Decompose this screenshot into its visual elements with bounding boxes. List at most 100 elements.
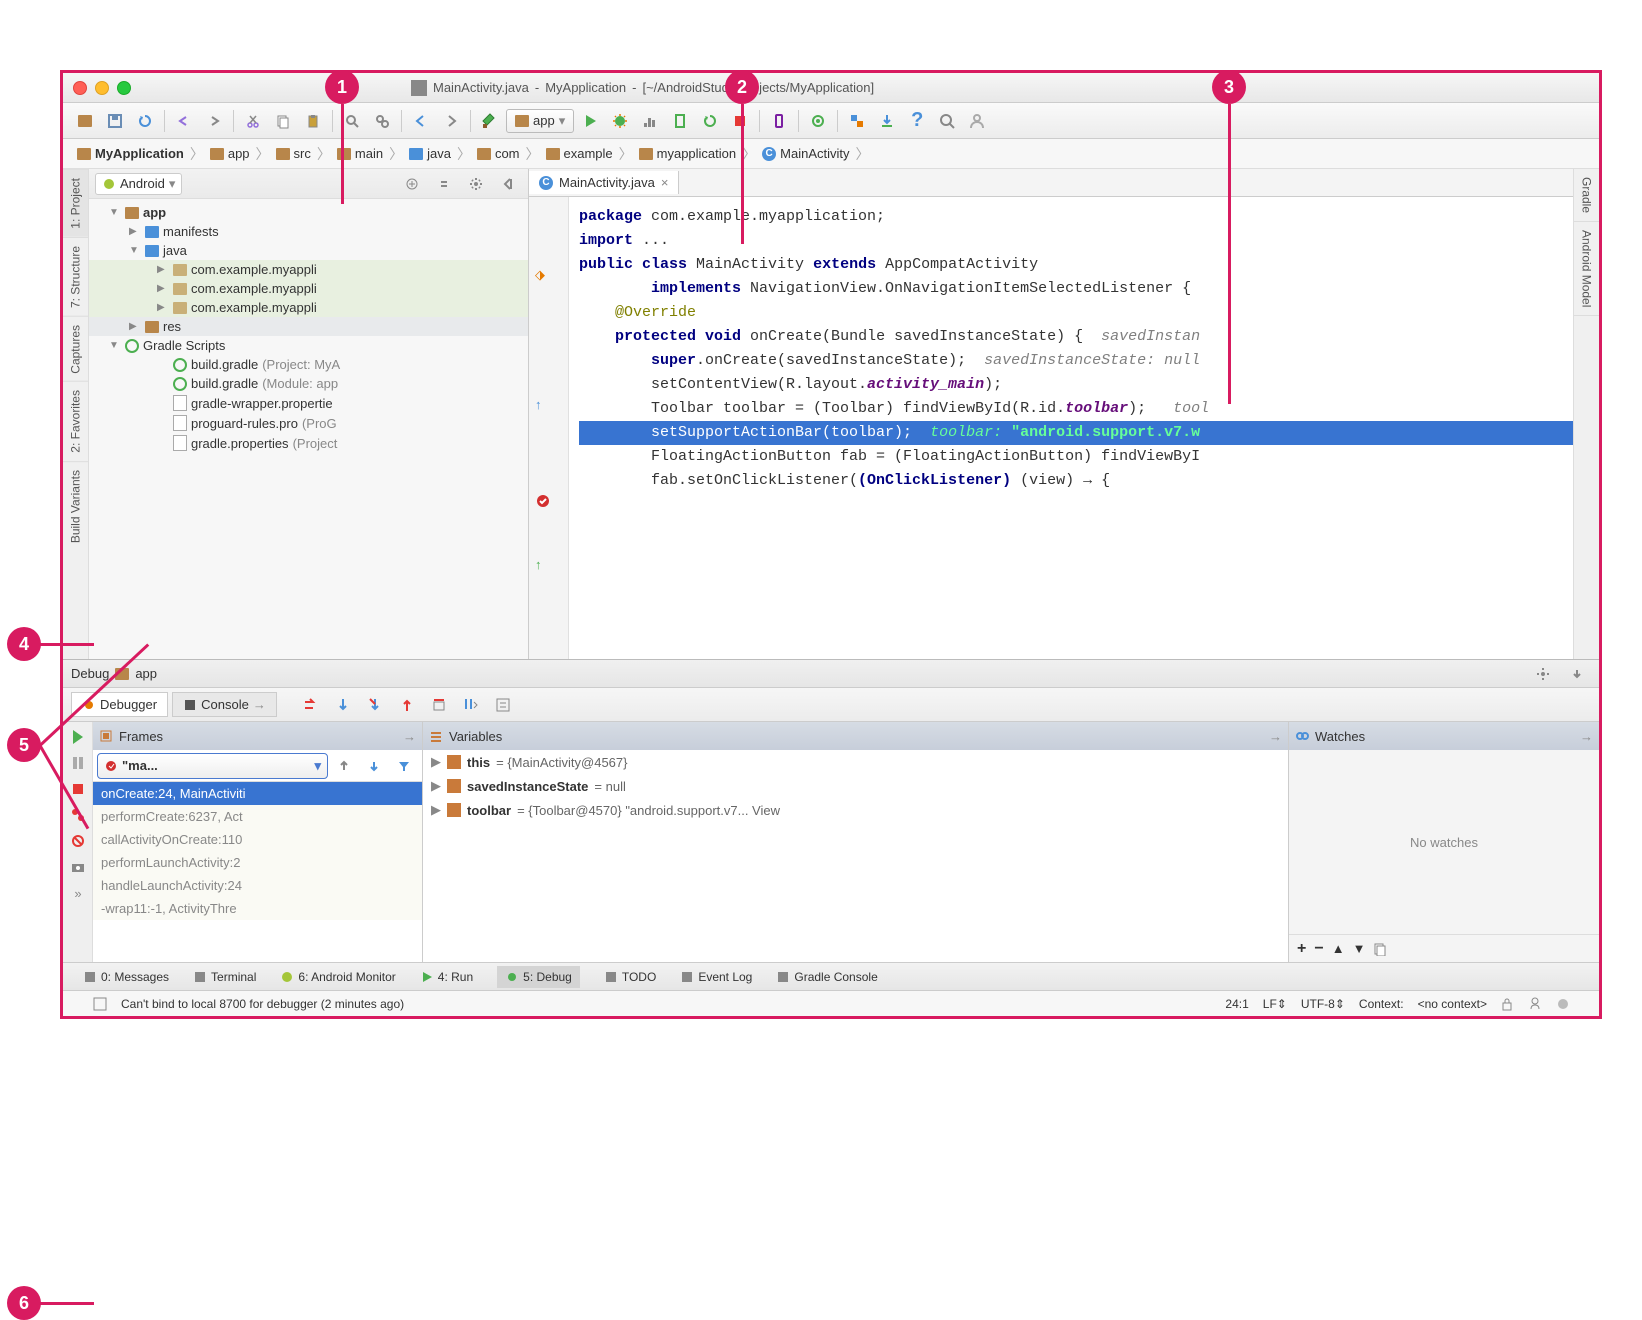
line-separator[interactable]: LF⇕ xyxy=(1263,997,1287,1011)
redo-button[interactable] xyxy=(200,107,228,135)
tree-row[interactable]: gradle.properties (Project xyxy=(89,433,528,453)
console-tab[interactable]: Console → xyxy=(172,692,277,717)
lock-icon[interactable] xyxy=(1501,997,1513,1011)
context-value[interactable]: <no context> xyxy=(1418,997,1487,1011)
tree-row[interactable]: gradle-wrapper.propertie xyxy=(89,393,528,413)
watch-down-button[interactable]: ▼ xyxy=(1353,941,1366,956)
project-tree[interactable]: ▼app▶manifests▼java▶com.example.myappli▶… xyxy=(89,199,528,457)
tree-row[interactable]: ▶com.example.myappli xyxy=(89,260,528,279)
editor-gutter[interactable]: ⬗ ↑ ↑ xyxy=(529,197,569,659)
frame-row[interactable]: performCreate:6237, Act xyxy=(93,805,422,828)
expand-icon[interactable]: ▶ xyxy=(431,802,441,818)
rerun-button[interactable] xyxy=(696,107,724,135)
tree-row[interactable]: ▶res xyxy=(89,317,528,336)
settings-icon[interactable] xyxy=(462,170,490,198)
tree-row[interactable]: ▼Gradle Scripts xyxy=(89,336,528,355)
tree-caret-icon[interactable]: ▶ xyxy=(129,321,141,332)
zoom-window-button[interactable] xyxy=(117,81,131,95)
step-into-button[interactable] xyxy=(329,691,357,719)
more-button[interactable]: » xyxy=(67,882,89,904)
watch-up-button[interactable]: ▲ xyxy=(1332,941,1345,956)
tree-caret-icon[interactable]: ▼ xyxy=(109,207,121,218)
frame-row[interactable]: callActivityOnCreate:110 xyxy=(93,828,422,851)
download-button[interactable] xyxy=(873,107,901,135)
run-config-selector[interactable]: app ▾ xyxy=(506,109,574,133)
breadcrumb-item[interactable]: src xyxy=(270,139,317,168)
tree-caret-icon[interactable]: ▶ xyxy=(157,283,169,294)
code-content[interactable]: package com.example.myapplication;import… xyxy=(569,197,1573,659)
undo-button[interactable] xyxy=(170,107,198,135)
variable-row[interactable]: ▶this = {MainActivity@4567} xyxy=(423,750,1288,774)
breadcrumb-item[interactable]: example xyxy=(540,139,619,168)
copy-button[interactable] xyxy=(269,107,297,135)
code-editor[interactable]: ⬗ ↑ ↑ package com.example.myapplication;… xyxy=(529,197,1573,659)
tree-row[interactable]: proguard-rules.pro (ProG xyxy=(89,413,528,433)
variable-row[interactable]: ▶toolbar = {Toolbar@4570} "android.suppo… xyxy=(423,798,1288,822)
memory-icon[interactable] xyxy=(1557,998,1569,1010)
frame-row[interactable]: -wrap11:-1, ActivityThre xyxy=(93,897,422,920)
tool-window-tab[interactable]: Captures xyxy=(63,316,88,382)
run-to-cursor-button[interactable] xyxy=(457,691,485,719)
tab-close-icon[interactable]: × xyxy=(661,175,669,190)
tree-caret-icon[interactable]: ▼ xyxy=(109,340,121,351)
tool-window-tab[interactable]: 7: Structure xyxy=(63,237,88,316)
tree-caret-icon[interactable]: ▼ xyxy=(129,245,141,256)
bottom-tab[interactable]: 0: Messages xyxy=(83,970,169,984)
breadcrumb-item[interactable]: java xyxy=(403,139,457,168)
breadcrumb-item[interactable]: CMainActivity xyxy=(756,139,855,168)
encoding[interactable]: UTF-8⇕ xyxy=(1301,997,1345,1011)
bottom-tab[interactable]: 4: Run xyxy=(420,970,473,984)
breadcrumb-item[interactable]: com xyxy=(471,139,526,168)
tree-row[interactable]: ▶com.example.myappli xyxy=(89,279,528,298)
tree-row[interactable]: ▼java xyxy=(89,241,528,260)
bottom-tab[interactable]: Terminal xyxy=(193,970,256,984)
back-button[interactable] xyxy=(407,107,435,135)
bottom-tab[interactable]: TODO xyxy=(604,970,656,984)
sdk-manager-button[interactable] xyxy=(804,107,832,135)
frame-row[interactable]: onCreate:24, MainActiviti xyxy=(93,782,422,805)
frame-row[interactable]: handleLaunchActivity:24 xyxy=(93,874,422,897)
close-window-button[interactable] xyxy=(73,81,87,95)
tool-window-tab[interactable]: Build Variants xyxy=(63,461,88,551)
copy-watch-button[interactable] xyxy=(1373,942,1387,956)
mute-breakpoints-button[interactable] xyxy=(67,830,89,852)
sync-button[interactable] xyxy=(843,107,871,135)
drop-frame-button[interactable] xyxy=(425,691,453,719)
status-icon[interactable] xyxy=(93,997,107,1011)
forward-button[interactable] xyxy=(437,107,465,135)
scroll-from-source-icon[interactable] xyxy=(398,170,426,198)
frames-list[interactable]: onCreate:24, MainActivitiperformCreate:6… xyxy=(93,782,422,920)
bottom-tab[interactable]: 6: Android Monitor xyxy=(280,970,395,984)
bottom-tab[interactable]: Event Log xyxy=(680,970,752,984)
variables-list[interactable]: ▶this = {MainActivity@4567}▶savedInstanc… xyxy=(423,750,1288,962)
editor-tab-mainactivity[interactable]: C MainActivity.java × xyxy=(529,171,679,194)
variable-row[interactable]: ▶savedInstanceState = null xyxy=(423,774,1288,798)
collapse-all-icon[interactable] xyxy=(430,170,458,198)
search-button[interactable] xyxy=(933,107,961,135)
resume-button[interactable] xyxy=(67,726,89,748)
hide-icon[interactable] xyxy=(494,170,522,198)
caret-position[interactable]: 24:1 xyxy=(1225,997,1248,1011)
inspector-icon[interactable] xyxy=(1527,997,1543,1011)
debug-button[interactable] xyxy=(606,107,634,135)
tool-window-tab[interactable]: 1: Project xyxy=(63,169,88,237)
open-button[interactable] xyxy=(71,107,99,135)
tree-caret-icon[interactable]: ▶ xyxy=(157,264,169,275)
step-over-button[interactable] xyxy=(297,691,325,719)
save-button[interactable] xyxy=(101,107,129,135)
debug-settings-icon[interactable] xyxy=(1529,660,1557,688)
camera-button[interactable] xyxy=(67,856,89,878)
tree-caret-icon[interactable]: ▶ xyxy=(157,302,169,313)
thread-selector[interactable]: "ma... ▾ xyxy=(97,753,328,779)
paste-button[interactable] xyxy=(299,107,327,135)
expand-icon[interactable]: ▶ xyxy=(431,754,441,770)
project-view-selector[interactable]: Android ▾ xyxy=(95,173,182,195)
tree-row[interactable]: build.gradle (Project: MyA xyxy=(89,355,528,374)
cut-button[interactable] xyxy=(239,107,267,135)
refresh-button[interactable] xyxy=(131,107,159,135)
help-button[interactable]: ? xyxy=(903,107,931,135)
bottom-tab[interactable]: Gradle Console xyxy=(776,970,877,984)
tree-row[interactable]: ▼app xyxy=(89,203,528,222)
breadcrumb-item[interactable]: app xyxy=(204,139,256,168)
step-out-button[interactable] xyxy=(393,691,421,719)
